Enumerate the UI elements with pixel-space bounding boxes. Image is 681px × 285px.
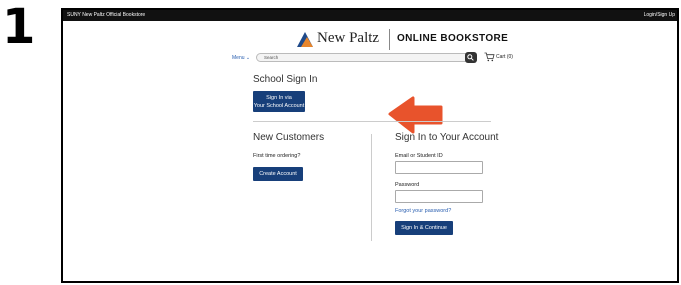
- search-icon: [467, 54, 474, 61]
- search-button[interactable]: [465, 52, 477, 63]
- search-input[interactable]: Search: [256, 53, 473, 62]
- school-signin-heading: School Sign In: [253, 74, 318, 85]
- cart-icon: [484, 52, 495, 62]
- login-link[interactable]: Login/Sign Up: [644, 10, 675, 21]
- new-customers-heading: New Customers: [253, 132, 325, 143]
- new-paltz-logo-icon: [297, 32, 313, 47]
- section-divider: [253, 121, 491, 122]
- signin-continue-button[interactable]: Sign In & Continue: [395, 221, 453, 235]
- column-divider: [371, 134, 372, 241]
- browser-screenshot: SUNY New Paltz Official Bookstore Login/…: [61, 8, 679, 283]
- store-name: ONLINE BOOKSTORE: [397, 33, 509, 44]
- logo-divider: [389, 29, 390, 50]
- step-number: 1: [2, 0, 36, 55]
- site-name: SUNY New Paltz Official Bookstore: [67, 12, 146, 18]
- campus-name: New Paltz: [317, 30, 380, 46]
- account-signin-heading: Sign In to Your Account: [395, 132, 499, 143]
- email-label: Email or Student ID: [395, 153, 443, 159]
- top-bar: SUNY New Paltz Official Bookstore Login/…: [63, 10, 677, 21]
- create-account-button[interactable]: Create Account: [253, 167, 303, 181]
- search-placeholder: Search: [264, 55, 279, 60]
- forgot-password-link[interactable]: Forgot your password?: [395, 208, 451, 214]
- school-signin-button-line2: Your School Account: [253, 103, 305, 109]
- password-label: Password: [395, 182, 420, 188]
- email-field[interactable]: [395, 161, 483, 174]
- school-signin-button-line1: Sign In via: [266, 95, 292, 101]
- menu-button[interactable]: Menu ⌄: [232, 55, 250, 61]
- first-time-prompt: First time ordering?: [253, 153, 301, 159]
- cart-label: Cart (0): [496, 54, 513, 60]
- password-field[interactable]: [395, 190, 483, 203]
- school-signin-button[interactable]: Sign In via Your School Account: [253, 91, 305, 112]
